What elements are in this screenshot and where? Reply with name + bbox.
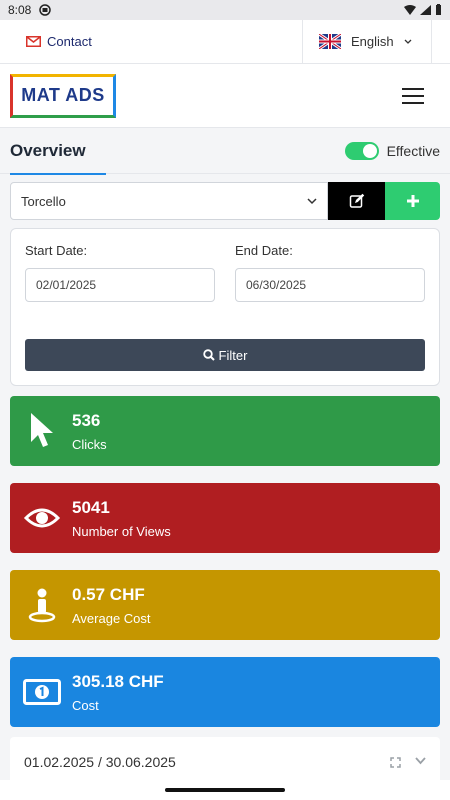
status-bar: 8:08 (0, 0, 450, 20)
start-date-input[interactable]: 02/01/2025 (25, 268, 215, 302)
add-button[interactable] (385, 182, 440, 220)
clicks-label: Clicks (72, 436, 107, 452)
battery-icon (436, 4, 441, 15)
views-label: Number of Views (72, 523, 171, 539)
end-date-label: End Date: (235, 243, 293, 258)
date-filter-card: Start Date: 02/01/2025 End Date: 06/30/2… (10, 228, 440, 386)
contact-link[interactable]: Contact (0, 20, 302, 63)
views-value: 5041 (72, 497, 110, 517)
header: MAT ADS (0, 64, 450, 128)
eye-icon (24, 508, 60, 528)
uk-flag-icon (319, 34, 341, 49)
clicks-stat-card: 536 Clicks (10, 396, 440, 466)
average-cost-value: 0.57 CHF (72, 584, 145, 604)
top-bar: Contact English (0, 20, 450, 64)
wifi-icon (404, 5, 416, 15)
hamburger-icon (402, 87, 424, 90)
effective-toggle-group: Effective (344, 141, 440, 160)
date-range-text: 01.02.2025 / 30.06.2025 (24, 754, 176, 770)
campaign-select-row: Torcello (10, 182, 440, 220)
language-label: English (351, 34, 394, 49)
cursor-icon (31, 413, 53, 447)
tab-overview[interactable]: Overview (10, 128, 106, 175)
filter-button-label: Filter (218, 347, 248, 363)
gesture-nav-bar (0, 780, 450, 800)
cost-label: Cost (72, 697, 99, 713)
effective-label: Effective (386, 142, 440, 159)
envelope-icon (26, 36, 41, 47)
cost-stat-card: 305.18 CHF Cost (10, 657, 440, 727)
overview-row: Overview Effective (0, 128, 450, 175)
average-cost-stat-card: 0.57 CHF Average Cost (10, 570, 440, 640)
edit-icon (349, 193, 364, 208)
status-time: 8:08 (8, 3, 32, 17)
expand-icon[interactable] (390, 756, 401, 768)
chevron-down-icon (404, 39, 412, 44)
money-icon (23, 679, 61, 705)
end-date-input[interactable]: 06/30/2025 (235, 268, 425, 302)
search-icon (202, 349, 215, 361)
effective-toggle[interactable] (344, 141, 379, 160)
cost-value: 305.18 CHF (72, 671, 164, 691)
logo[interactable]: MAT ADS (10, 73, 116, 118)
clicks-value: 536 (72, 410, 101, 430)
chevron-down-icon[interactable] (415, 756, 426, 765)
language-selector[interactable]: English (302, 20, 432, 63)
app-notification-icon (39, 4, 52, 16)
person-pin-icon (28, 588, 56, 623)
average-cost-label: Average Cost (72, 610, 151, 626)
logo-text: MAT ADS (21, 85, 105, 105)
start-date-label: Start Date: (25, 243, 88, 258)
campaign-select-value: Torcello (21, 193, 66, 209)
filter-button[interactable]: Filter (25, 339, 425, 371)
home-indicator[interactable] (165, 788, 285, 792)
campaign-select[interactable]: Torcello (10, 182, 328, 220)
edit-button[interactable] (328, 182, 385, 220)
menu-button[interactable] (402, 87, 424, 104)
chevron-down-icon (307, 197, 317, 204)
views-stat-card: 5041 Number of Views (10, 483, 440, 553)
plus-icon (406, 195, 419, 207)
signal-icon (420, 5, 431, 15)
contact-label: Contact (47, 34, 92, 49)
